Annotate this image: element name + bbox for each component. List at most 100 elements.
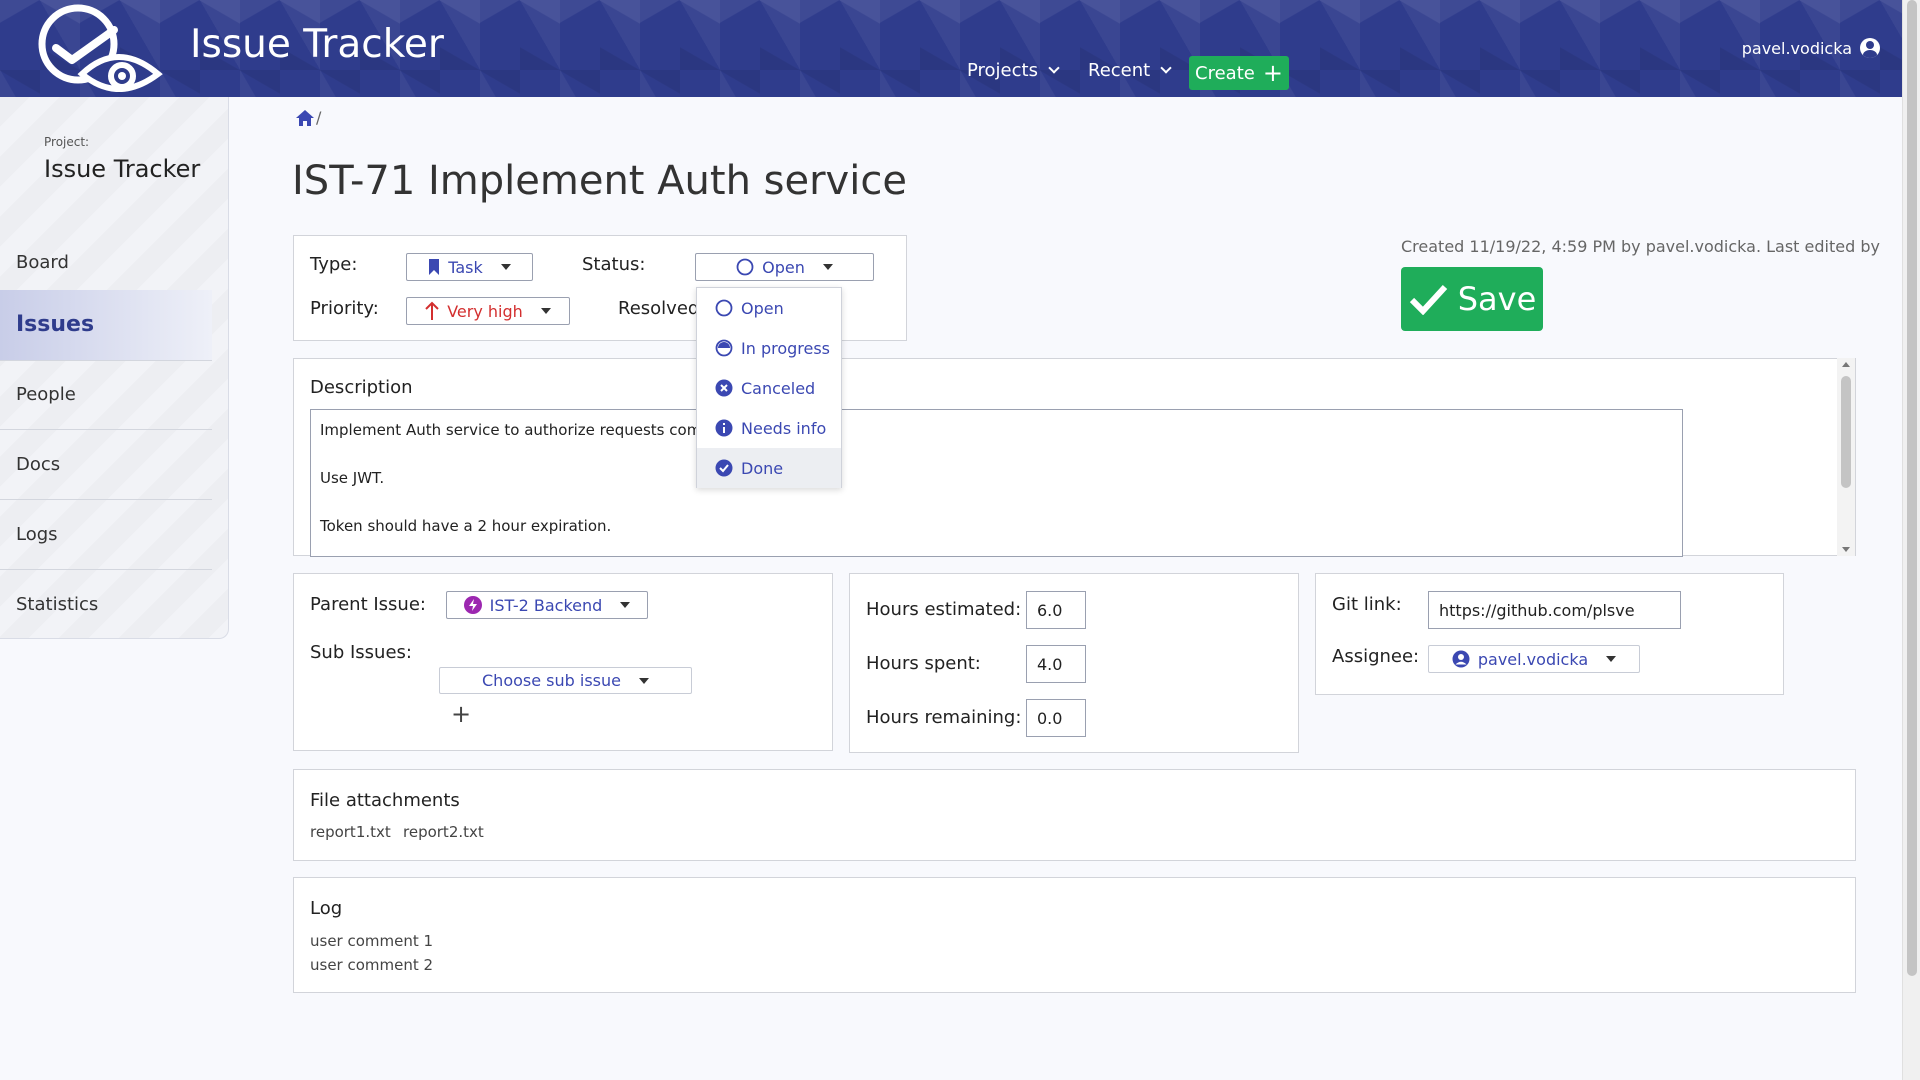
nav-recent-label: Recent (1088, 60, 1151, 81)
description-textarea[interactable]: Implement Auth service to authorize requ… (310, 409, 1683, 557)
project-caption: Project: (44, 135, 90, 149)
username: pavel.vodicka (1741, 38, 1852, 58)
assignee-value: pavel.vodicka (1477, 649, 1589, 669)
sidebar: Project: Issue Tracker Board Issues Peop… (0, 97, 229, 639)
description-scrollbar-thumb[interactable] (1841, 376, 1851, 488)
hours-estimated-label: Hours estimated: (866, 599, 1022, 620)
sub-issue-dropdown[interactable]: Choose sub issue (439, 667, 692, 694)
plus-icon: + (1262, 59, 1283, 87)
hours-panel: Hours estimated: 6.0 Hours spent: 4.0 Ho… (849, 573, 1299, 753)
assignee-dropdown[interactable]: pavel.vodicka (1428, 645, 1640, 673)
open-circle-icon (736, 258, 754, 276)
add-sub-issue-button[interactable]: + (451, 700, 471, 728)
git-link-label: Git link: (1332, 594, 1402, 615)
caret-down-icon (540, 308, 551, 314)
log-title: Log (310, 898, 343, 919)
hours-estimated-input[interactable]: 6.0 (1026, 591, 1086, 629)
resolved-label: Resolved: (618, 298, 706, 319)
git-link-input[interactable]: https://github.com/plsve (1428, 591, 1681, 629)
eye-check-logo-icon[interactable] (26, 4, 164, 92)
status-dropdown-menu: Open In progress Canceled Needs info Don… (696, 287, 842, 488)
chevron-down-icon (1160, 62, 1172, 74)
description-scrollbar[interactable] (1837, 358, 1855, 556)
status-option-done[interactable]: Done (697, 448, 841, 488)
hours-spent-input[interactable]: 4.0 (1026, 645, 1086, 683)
bookmark-icon (429, 259, 440, 275)
caret-down-icon (638, 677, 649, 684)
log-entry: user comment 2 (310, 956, 434, 974)
nav-projects-label: Projects (967, 60, 1038, 81)
attachments-title: File attachments (310, 790, 460, 811)
hours-remaining-label: Hours remaining: (866, 707, 1022, 728)
status-option-label: Canceled (741, 378, 816, 398)
status-option-label: Done (741, 458, 784, 478)
app-title[interactable]: Issue Tracker (190, 22, 444, 67)
priority-dropdown[interactable]: Very high (406, 297, 570, 325)
check-icon (1409, 284, 1447, 315)
assignee-label: Assignee: (1332, 646, 1420, 667)
parent-issue-dropdown[interactable]: IST-2 Backend (446, 591, 648, 619)
log-entry: user comment 1 (310, 932, 434, 950)
status-option-label: In progress (741, 338, 831, 358)
issue-meta: Created 11/19/22, 4:59 PM by pavel.vodic… (1401, 237, 1880, 256)
sub-issues-label: Sub Issues: (310, 642, 412, 663)
status-option-needs-info[interactable]: Needs info (697, 408, 841, 448)
nav-recent[interactable]: Recent (1088, 60, 1172, 81)
status-option-in-progress[interactable]: In progress (697, 328, 841, 368)
sub-issue-placeholder: Choose sub issue (482, 671, 621, 690)
caret-down-icon (1606, 656, 1617, 662)
home-icon[interactable] (295, 109, 315, 127)
sidebar-item-people[interactable]: People (0, 360, 212, 430)
half-circle-icon (715, 339, 733, 357)
description-line: Implement Auth service to authorize requ… (320, 421, 725, 439)
attachments-panel: File attachments report1.txt report2.txt (293, 769, 1856, 861)
top-header: Issue Tracker Projects Recent Create + p… (0, 0, 1902, 97)
hours-spent-label: Hours spent: (866, 653, 981, 674)
sidebar-item-statistics[interactable]: Statistics (0, 570, 212, 640)
status-option-label: Open (741, 298, 784, 318)
page-scrollbar-thumb[interactable] (1907, 0, 1917, 976)
scroll-down-icon[interactable] (1842, 547, 1850, 552)
create-button[interactable]: Create + (1189, 56, 1289, 90)
parent-issue-value: IST-2 Backend (489, 595, 603, 615)
sidebar-item-issues[interactable]: Issues (0, 290, 212, 360)
attachment-file[interactable]: report2.txt (403, 823, 484, 841)
user-menu[interactable]: pavel.vodicka (1742, 38, 1880, 58)
sidebar-item-logs[interactable]: Logs (0, 500, 212, 570)
arrow-up-icon (425, 301, 439, 320)
save-button[interactable]: Save (1401, 267, 1543, 331)
user-avatar-icon (1452, 650, 1470, 668)
issue-title: IST-71 Implement Auth service (292, 158, 907, 204)
info-circle-icon (715, 419, 733, 437)
project-name: Issue Tracker (44, 155, 201, 183)
user-avatar-icon (1860, 38, 1880, 58)
bolt-icon (463, 596, 482, 614)
open-circle-icon (715, 299, 733, 317)
description-title: Description (310, 377, 413, 398)
breadcrumb-separator: / (316, 108, 322, 127)
status-option-label: Needs info (741, 418, 827, 438)
sidebar-item-docs[interactable]: Docs (0, 430, 212, 500)
priority-value: Very high (447, 301, 523, 321)
relations-panel: Parent Issue: IST-2 Backend Sub Issues: … (293, 573, 833, 751)
page-scrollbar[interactable] (1902, 0, 1920, 1080)
caret-down-icon (500, 264, 511, 270)
type-dropdown[interactable]: Task (406, 253, 533, 281)
status-option-open[interactable]: Open (697, 288, 841, 328)
log-panel: Log user comment 1 user comment 2 (293, 877, 1856, 993)
nav-projects[interactable]: Projects (967, 60, 1060, 81)
description-line: Token should have a 2 hour expiration. (320, 517, 612, 535)
parent-issue-label: Parent Issue: (310, 594, 426, 615)
sidebar-item-board[interactable]: Board (0, 243, 212, 283)
caret-down-icon (822, 264, 833, 270)
status-dropdown[interactable]: Open (695, 253, 874, 281)
x-circle-icon (715, 379, 733, 397)
status-option-canceled[interactable]: Canceled (697, 368, 841, 408)
hours-remaining-input[interactable]: 0.0 (1026, 699, 1086, 737)
attachment-file[interactable]: report1.txt (310, 823, 391, 841)
scroll-up-icon[interactable] (1842, 362, 1850, 367)
description-line: Use JWT. (320, 469, 385, 487)
check-circle-icon (715, 459, 733, 477)
type-value: Task (448, 257, 483, 277)
git-assignee-panel: Git link: https://github.com/plsve Assig… (1315, 573, 1784, 695)
